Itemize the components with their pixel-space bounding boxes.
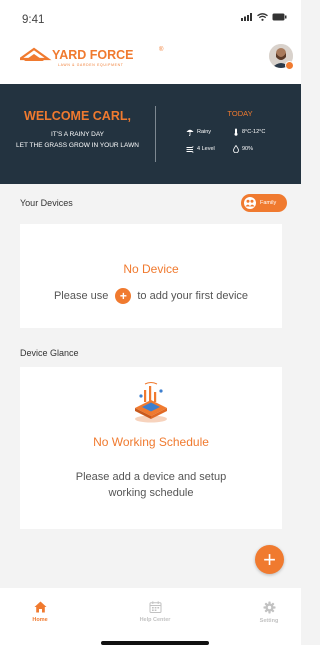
nav-home[interactable]: Home (10, 601, 70, 623)
weather-condition-text: Rainy (197, 129, 212, 135)
no-device-title: No Device (123, 262, 179, 276)
home-icon (34, 601, 46, 613)
humidity-drop-icon (233, 145, 239, 153)
no-schedule-title: No Working Schedule (93, 435, 209, 449)
home-indicator (101, 641, 209, 645)
devices-card: No Device Please use + to add your first… (20, 224, 282, 328)
avatar-badge (285, 61, 294, 70)
weather-wind: 4 Level (186, 145, 215, 153)
plus-icon: + (263, 546, 276, 572)
nav-setting-label: Setting (259, 618, 279, 624)
no-schedule-description: Please add a device and setup working sc… (75, 471, 227, 499)
gear-icon (263, 601, 275, 614)
family-icon (244, 197, 256, 209)
svg-text:YARD FORCE: YARD FORCE (52, 48, 134, 62)
banner-line-2: LET THE GRASS GROW IN YOUR LAWN (16, 142, 139, 149)
banner-line-1: IT'S A RAINY DAY (50, 131, 105, 138)
family-button-label: Family (260, 200, 277, 206)
welcome-banner: WELCOME CARL, IT'S A RAINY DAY LET THE G… (0, 84, 301, 184)
nav-setting[interactable]: Setting (239, 601, 299, 624)
bottom-nav: Home Help Center Setting (0, 588, 301, 645)
weather-wind-text: 4 Level (197, 146, 215, 152)
app-header: YARD FORCE ® LAWN & GARDEN EQUIPMENT (0, 34, 301, 84)
weather-temperature: 8°C-12°C (233, 128, 265, 136)
battery-icon (272, 13, 287, 21)
today-label: TODAY (227, 109, 253, 118)
svg-text:®: ® (159, 46, 164, 53)
weather-humidity-text: 90% (242, 146, 254, 152)
umbrella-icon (186, 129, 194, 136)
nav-help-center[interactable]: Help Center (125, 601, 185, 623)
signal-icon (241, 13, 252, 21)
your-devices-label: Your Devices (20, 198, 73, 208)
schedule-illustration-icon (135, 382, 167, 423)
wind-icon (186, 146, 194, 153)
device-glance-label: Device Glance (20, 348, 79, 358)
weather-temperature-text: 8°C-12°C (242, 129, 266, 135)
calendar-icon (149, 601, 161, 613)
status-icons (241, 13, 287, 21)
thermometer-icon (234, 128, 238, 136)
nav-home-label: Home (32, 617, 48, 623)
device-glance-card: No Working Schedule Please add a device … (20, 367, 282, 529)
svg-text:LAWN & GARDEN EQUIPMENT: LAWN & GARDEN EQUIPMENT (58, 63, 124, 67)
family-button[interactable]: Family (241, 194, 287, 212)
add-hint-suffix: to add your first device (137, 290, 249, 302)
weather-humidity: 90% (233, 145, 253, 153)
welcome-title: WELCOME CARL, (24, 109, 131, 123)
nav-help-center-label: Help Center (139, 617, 171, 623)
weather-condition: Rainy (186, 128, 211, 136)
add-device-inline-icon[interactable]: + (115, 288, 132, 304)
yard-force-logo[interactable]: YARD FORCE ® LAWN & GARDEN EQUIPMENT (20, 41, 180, 71)
status-bar: 9:41 (0, 0, 301, 34)
status-time: 9:41 (22, 14, 45, 26)
add-hint-prefix: Please use (53, 290, 109, 302)
banner-divider (155, 106, 156, 162)
add-device-fab[interactable]: + (255, 545, 284, 574)
add-device-hint: Please use + to add your first device (20, 288, 282, 304)
wifi-icon (257, 13, 268, 21)
